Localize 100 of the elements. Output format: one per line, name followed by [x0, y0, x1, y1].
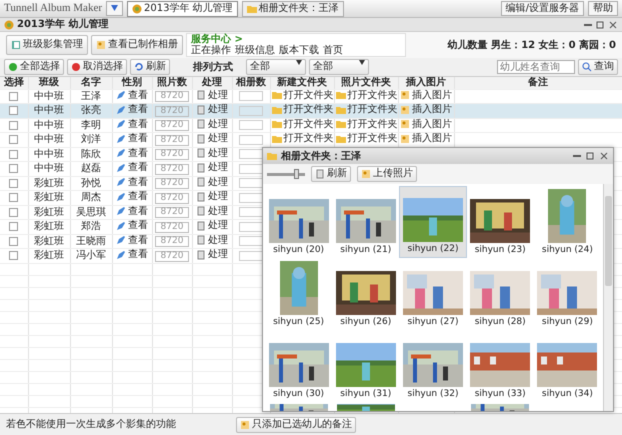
- photo-tile[interactable]: sihyun (22): [399, 186, 467, 258]
- input-field[interactable]: [239, 106, 263, 116]
- table-row[interactable]: 中中班 张亮 查看 8720 处理 打开文件夹 打开文件夹 插入图片: [0, 104, 622, 118]
- filter-button[interactable]: 取消选择: [67, 59, 127, 75]
- cell-link[interactable]: 处理: [196, 90, 228, 100]
- checkbox[interactable]: [9, 106, 18, 116]
- caret-icon: [111, 5, 118, 12]
- cell-link[interactable]: 打开文件夹: [336, 118, 397, 130]
- cell-link[interactable]: 查看: [116, 220, 148, 231]
- checkbox[interactable]: [9, 164, 18, 174]
- photo-label: sihyun (26): [340, 317, 392, 328]
- photo-tile[interactable]: sihyun (31): [332, 330, 400, 402]
- cell-link[interactable]: 查看: [116, 90, 148, 100]
- photo-tile[interactable]: sihyun (32): [399, 330, 467, 402]
- settings-button[interactable]: 编辑/设置服务器: [500, 1, 584, 16]
- table-cell: 彩虹班: [28, 205, 70, 220]
- photo-label: sihyun (24): [542, 245, 593, 256]
- photo-label: sihyun (33): [474, 389, 526, 400]
- checkbox[interactable]: [9, 92, 18, 101]
- restore-icon: [595, 20, 605, 30]
- scroll-thumb[interactable]: [605, 196, 612, 286]
- cell-link[interactable]: 处理: [196, 206, 228, 216]
- cell-link[interactable]: 查看: [116, 191, 148, 202]
- help-button[interactable]: 帮助: [588, 1, 618, 16]
- photo-tile[interactable]: sihyun (30): [265, 330, 332, 402]
- input-field[interactable]: [239, 120, 263, 130]
- scrollbar[interactable]: [603, 184, 613, 411]
- cell-link[interactable]: 查看: [116, 206, 148, 216]
- cell-link[interactable]: 查看: [116, 249, 148, 260]
- input-field[interactable]: [239, 134, 263, 145]
- photo-tile[interactable]: sihyun (26): [332, 258, 400, 330]
- cell-link[interactable]: 打开文件夹: [272, 90, 333, 100]
- cell-link[interactable]: 打开文件夹: [272, 118, 333, 130]
- photo-tile[interactable]: sihyun (27): [399, 258, 467, 330]
- cell-link[interactable]: 查看: [116, 148, 148, 158]
- checkbox[interactable]: [9, 208, 18, 217]
- remove-icon: [71, 62, 81, 72]
- dropdown-button[interactable]: [106, 1, 123, 16]
- window-title: 相册文件夹：王泽: [281, 150, 361, 164]
- table-cell: 孙悦: [70, 176, 112, 190]
- app-tab[interactable]: 2013学年 幼儿管理: [127, 0, 238, 16]
- cell-link[interactable]: 插入图片: [400, 133, 452, 144]
- cell-link[interactable]: 处理: [196, 176, 228, 188]
- table-row[interactable]: 中中班 李明 查看 8720 处理 打开文件夹 打开文件夹 插入图片: [0, 118, 622, 132]
- cell-link[interactable]: 查看: [116, 118, 148, 130]
- photo-tile[interactable]: sihyun (33): [466, 330, 534, 402]
- filter-button[interactable]: 全部选择: [4, 59, 64, 75]
- input-field[interactable]: [239, 91, 263, 102]
- table-cell: 李明: [70, 118, 112, 132]
- slider-thumb[interactable]: [294, 168, 300, 178]
- cell-link[interactable]: 查看: [116, 234, 148, 246]
- info-link[interactable]: 首页: [323, 45, 343, 56]
- cell-link[interactable]: 处理: [196, 191, 228, 202]
- table-cell: 中中班: [28, 132, 70, 147]
- toolbar-button[interactable]: 班级影集管理: [6, 35, 88, 55]
- cell-link[interactable]: 处理: [196, 234, 228, 246]
- checkbox[interactable]: [9, 222, 18, 232]
- app-tab[interactable]: 相册文件夹：王泽: [242, 0, 344, 16]
- cell-link[interactable]: 打开文件夹: [336, 133, 397, 144]
- info-link[interactable]: 版本下载: [279, 45, 319, 56]
- cell-link[interactable]: 查看: [116, 162, 148, 173]
- cell-link[interactable]: 打开文件夹: [272, 133, 333, 144]
- toolbar-button[interactable]: 查看已制作相册: [91, 35, 183, 55]
- checkbox[interactable]: [9, 135, 18, 144]
- info-link[interactable]: 正在操作: [191, 45, 231, 56]
- cell-link[interactable]: 处理: [196, 220, 228, 231]
- checkbox[interactable]: [9, 193, 18, 202]
- note-button[interactable]: 只添加已选幼儿的备注: [236, 416, 356, 432]
- cell-link[interactable]: 插入图片: [400, 118, 452, 130]
- cell-link[interactable]: 打开文件夹: [336, 90, 397, 100]
- cell-link[interactable]: 处理: [196, 133, 228, 144]
- cell-link[interactable]: 处理: [196, 249, 228, 260]
- info-link[interactable]: 班级信息: [235, 45, 275, 56]
- document-icon: [315, 169, 325, 179]
- checkbox[interactable]: [9, 150, 18, 159]
- filter-button[interactable]: 刷新: [130, 59, 170, 75]
- photo-tile[interactable]: sihyun (29): [534, 258, 601, 330]
- search-button[interactable]: 查询: [578, 59, 618, 75]
- photo-tile[interactable]: sihyun (25): [265, 258, 332, 330]
- checkbox[interactable]: [9, 120, 18, 130]
- checkbox[interactable]: [9, 236, 18, 246]
- cell-link[interactable]: 处理: [196, 118, 228, 130]
- photo-tile[interactable]: sihyun (28): [466, 258, 534, 330]
- photo-label: sihyun (30): [273, 389, 324, 400]
- search-field[interactable]: 幼儿姓名查询: [497, 60, 575, 74]
- photo-icon: [96, 40, 106, 50]
- cell-link[interactable]: 插入图片: [400, 90, 452, 100]
- sort-select[interactable]: 全部: [246, 59, 306, 75]
- app-title: Tunnell Album Maker: [4, 1, 102, 16]
- refresh-button[interactable]: 刷新: [311, 166, 351, 182]
- cell-link[interactable]: 处理: [196, 162, 228, 173]
- photo-label: sihyun (23): [474, 245, 526, 256]
- cell-link[interactable]: 查看: [116, 133, 148, 144]
- photo-tile[interactable]: sihyun (34): [534, 330, 601, 402]
- upload-button[interactable]: 上传照片: [357, 166, 417, 182]
- checkbox[interactable]: [9, 251, 18, 260]
- sort-select[interactable]: 全部: [309, 59, 369, 75]
- cell-link[interactable]: 处理: [196, 148, 228, 158]
- cell-link[interactable]: 查看: [116, 176, 148, 188]
- checkbox[interactable]: [9, 178, 18, 188]
